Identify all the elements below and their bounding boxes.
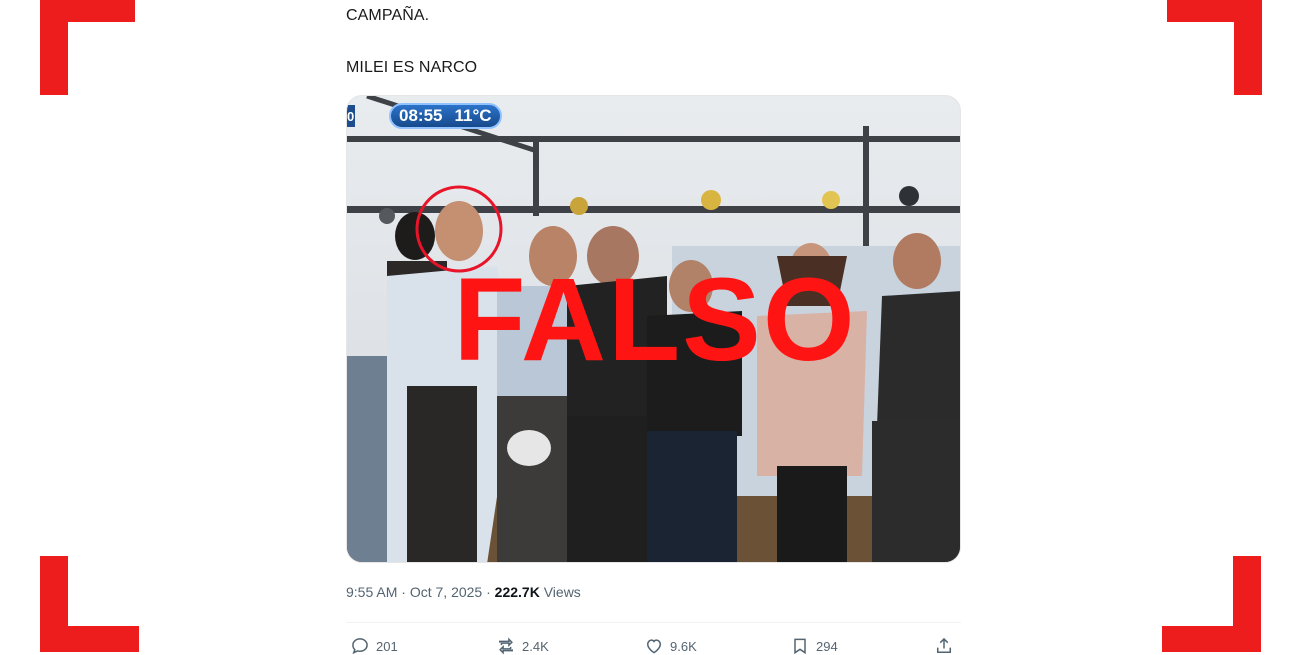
corner-bracket-bottom-left: [40, 556, 139, 652]
corner-bracket-top-right: [1166, 0, 1262, 96]
reply-count: 201: [376, 638, 398, 654]
meta-separator: ·: [486, 584, 491, 600]
share-button[interactable]: [934, 636, 954, 655]
like-button[interactable]: 9.6K: [644, 636, 697, 655]
tweet-meta: 9:55 AM · Oct 7, 2025 · 222.7K Views: [346, 584, 581, 600]
tv-clock-temp-pill: 08:55 11°C: [389, 103, 502, 129]
tweet-date[interactable]: Oct 7, 2025: [410, 584, 482, 600]
tv-channel-bug: 0 08:55 11°C: [347, 102, 522, 130]
fact-check-frame: CAMPAÑA. MILEI ES NARCO 0 08:55 11°C FAL…: [0, 0, 1300, 655]
meta-separator: ·: [401, 584, 406, 600]
repost-button[interactable]: 2.4K: [496, 636, 549, 655]
corner-bracket-top-left: [40, 0, 136, 96]
share-icon: [937, 637, 951, 653]
tweet-actions: 201 2.4K 9.6K 294: [346, 636, 961, 655]
bookmark-count: 294: [816, 638, 838, 654]
repost-icon: [499, 637, 513, 655]
tv-temperature: 11°C: [454, 106, 492, 125]
tweet-text-line: CAMPAÑA.: [346, 7, 430, 24]
bookmark-icon: [794, 638, 806, 655]
corner-bracket-bottom-right: [1162, 556, 1261, 652]
tweet: CAMPAÑA. MILEI ES NARCO 0 08:55 11°C FAL…: [346, 0, 961, 655]
tweet-text-line: MILEI ES NARCO: [346, 59, 478, 76]
tv-channel-fragment: 0: [347, 105, 355, 127]
divider: [346, 622, 961, 623]
tweet-media-photo[interactable]: 0 08:55 11°C FALSO: [346, 95, 961, 563]
repost-count: 2.4K: [522, 638, 549, 654]
tv-time: 08:55: [399, 106, 443, 125]
reply-button[interactable]: 201: [350, 636, 398, 655]
like-count: 9.6K: [670, 638, 697, 654]
like-icon: [646, 639, 662, 654]
bookmark-button[interactable]: 294: [790, 636, 838, 655]
falso-stamp: FALSO: [453, 254, 857, 386]
tweet-time[interactable]: 9:55 AM: [346, 584, 397, 600]
views-count: 222.7K: [494, 584, 540, 600]
reply-icon: [352, 638, 368, 655]
views-label: Views: [543, 584, 581, 600]
